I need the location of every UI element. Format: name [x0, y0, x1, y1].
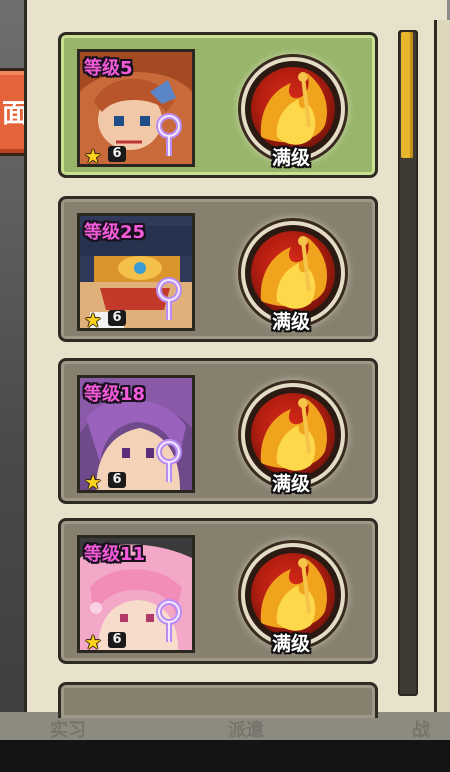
flame-skill-icon	[251, 393, 335, 477]
hero-card[interactable]: 等级11 ★ 6 满级	[58, 518, 378, 664]
hero-star-count: 6	[108, 310, 126, 326]
flame-skill-icon	[251, 67, 335, 151]
hero-portrait: 等级11 ★ 6	[77, 535, 195, 653]
hero-card[interactable]: 等级25 ★ 6 满级	[58, 196, 378, 342]
skill-max-level-label: 满级	[271, 473, 310, 495]
hero-level-label: 等级11	[84, 544, 146, 565]
skill-max-level-label: 满级	[271, 311, 310, 333]
skill-max-level-label: 满级	[271, 147, 310, 169]
hero-portrait: 等级5 ★ 6	[77, 49, 195, 167]
hero-level-label: 等级25	[84, 222, 146, 243]
star-icon: ★	[84, 308, 102, 331]
hero-level-label: 等级18	[84, 384, 146, 405]
flame-skill-icon	[251, 231, 335, 315]
star-icon: ★	[84, 630, 102, 653]
hero-card[interactable]: 等级5 ★ 6 满级	[58, 32, 378, 178]
hero-portrait: 等级18 ★ 6	[77, 375, 195, 493]
bottom-bar	[0, 740, 450, 772]
hero-list[interactable]: 等级5 ★ 6 满级 等级25 ★ 6 满级 等级18 ★ 6 满级 等级11 …	[0, 0, 450, 740]
staff-icon	[156, 439, 182, 482]
scrollbar-thumb[interactable]	[401, 32, 413, 158]
staff-icon	[156, 113, 182, 156]
staff-icon	[156, 599, 182, 642]
skill-max-level-label: 满级	[271, 633, 310, 655]
hero-star-count: 6	[108, 632, 126, 648]
hero-card[interactable]: 等级18 ★ 6 满级	[58, 358, 378, 504]
hero-star-count: 6	[108, 472, 126, 488]
star-icon: ★	[84, 470, 102, 493]
staff-icon	[156, 277, 182, 320]
hero-star-count: 6	[108, 146, 126, 162]
hero-portrait: 等级25 ★ 6	[77, 213, 195, 331]
star-icon: ★	[84, 144, 102, 167]
hero-level-label: 等级5	[84, 58, 133, 79]
hero-card-partial[interactable]	[58, 682, 378, 718]
scrollbar[interactable]	[398, 30, 418, 696]
flame-skill-icon	[251, 553, 335, 637]
